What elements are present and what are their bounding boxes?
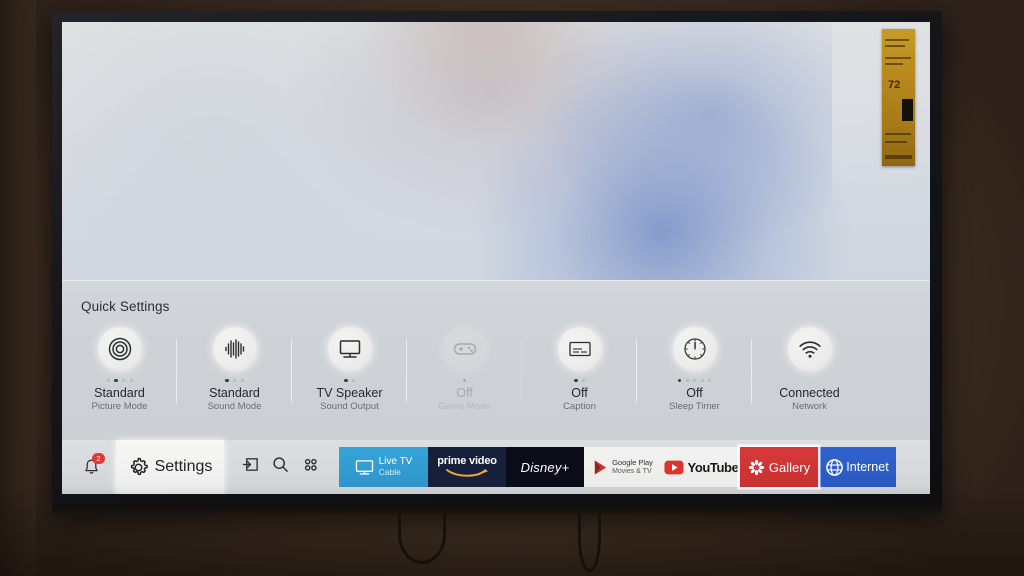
app-tile-youtube[interactable]: YouTube xyxy=(662,447,740,487)
globe-icon xyxy=(826,458,844,476)
sound-mode-value: Standard xyxy=(209,386,260,400)
youtube-play-icon xyxy=(664,460,684,474)
hanging-cable-right xyxy=(578,505,601,572)
home-launcher-bar: 2 Settings Live TV Cable prime video Dis… xyxy=(62,440,930,494)
sound-mode-label: Sound Mode xyxy=(207,401,262,412)
caption-label: Caption xyxy=(563,401,596,412)
search-icon xyxy=(273,457,288,473)
tv-screen: 72 Quick Settings Standard Picture Mode … xyxy=(62,22,930,494)
gallery-flower-icon xyxy=(748,459,765,475)
search-button[interactable] xyxy=(272,456,289,478)
caption-dots xyxy=(574,378,585,383)
caption-value: Off xyxy=(571,386,588,400)
network-value: Connected xyxy=(779,386,840,400)
picture-mode-dots xyxy=(106,378,133,383)
app-tile-google-play-movies[interactable]: Google Play Movies & TV xyxy=(584,447,662,487)
google-play-title: Google Play xyxy=(612,458,653,467)
app-tile-disney-plus[interactable]: Disney+ xyxy=(506,447,584,487)
live-tv-subtitle: Cable xyxy=(378,467,401,477)
tv-base-shadow xyxy=(52,505,942,514)
picture-mode-value: Standard xyxy=(94,386,145,400)
prime-smile-icon xyxy=(446,469,488,477)
energy-rating-sticker: 72 xyxy=(882,29,915,166)
gear-icon xyxy=(130,457,148,475)
gallery-title: Gallery xyxy=(768,459,811,475)
quick-setting-game-mode[interactable]: Off Game Mode xyxy=(407,327,522,435)
sleep-timer-dots xyxy=(677,378,712,383)
tv-icon xyxy=(355,459,373,475)
sound-mode-icon xyxy=(212,327,257,371)
live-tv-title: Live TV xyxy=(378,456,413,467)
wallpaper-glow-blue xyxy=(532,22,832,252)
hanging-cable-left xyxy=(398,505,446,564)
game-mode-label: Game Mode xyxy=(438,401,491,412)
source-input-button[interactable] xyxy=(242,456,259,478)
internet-title: Internet xyxy=(846,460,889,474)
sticker-value: 72 xyxy=(888,79,901,91)
sleep-timer-label: Sleep Timer xyxy=(669,401,720,412)
youtube-title: YouTube xyxy=(687,459,739,475)
app-shortcuts: Live TV Cable prime video Disney+ Google… xyxy=(339,447,896,487)
apps-grid-button[interactable] xyxy=(302,456,319,478)
game-mode-icon xyxy=(442,327,487,371)
game-mode-value: Off xyxy=(456,386,473,400)
quick-setting-sound-output[interactable]: TV Speaker Sound Output xyxy=(292,327,407,435)
sleep-timer-icon xyxy=(672,327,717,371)
quick-setting-sound-mode[interactable]: Standard Sound Mode xyxy=(177,327,292,435)
quick-setting-caption[interactable]: Off Caption xyxy=(522,327,637,435)
apps-grid-icon xyxy=(304,458,317,471)
play-triangle-icon xyxy=(594,459,607,475)
app-tile-gallery[interactable]: Gallery xyxy=(740,447,818,487)
disney-plus-title: Disney+ xyxy=(520,459,570,475)
quick-setting-network[interactable]: Connected Network xyxy=(752,327,867,435)
notification-badge: 2 xyxy=(92,453,105,464)
sound-output-dots xyxy=(344,378,355,383)
quick-icons-group xyxy=(242,456,319,478)
quick-setting-sleep-timer[interactable]: Off Sleep Timer xyxy=(637,327,752,435)
game-mode-dots xyxy=(462,378,467,383)
wallpaper-background: 72 xyxy=(62,22,930,280)
picture-mode-icon xyxy=(97,327,142,371)
app-tile-internet[interactable]: Internet xyxy=(818,447,896,487)
quick-settings-title: Quick Settings xyxy=(81,299,170,314)
google-play-subtitle: Movies & TV xyxy=(612,468,652,475)
settings-label: Settings xyxy=(154,458,213,475)
sound-output-label: Sound Output xyxy=(320,401,379,412)
sound-output-icon xyxy=(327,327,372,371)
quick-settings-panel: Quick Settings Standard Picture Mode Sta… xyxy=(62,280,930,441)
source-input-icon xyxy=(242,458,258,471)
network-wifi-icon xyxy=(787,327,832,371)
settings-button[interactable]: Settings xyxy=(116,440,224,494)
sleep-timer-value: Off xyxy=(686,386,703,400)
network-label: Network xyxy=(792,401,827,412)
prime-video-title: prime video xyxy=(437,455,497,467)
quick-settings-row: Standard Picture Mode Standard Sound Mod… xyxy=(62,327,930,435)
room-scene: 72 Quick Settings Standard Picture Mode … xyxy=(0,0,1024,576)
notifications-button[interactable]: 2 xyxy=(78,453,105,480)
sound-mode-dots xyxy=(225,378,244,383)
sound-output-value: TV Speaker xyxy=(316,386,383,400)
picture-mode-label: Picture Mode xyxy=(91,401,148,412)
app-tile-live-tv[interactable]: Live TV Cable xyxy=(339,447,428,487)
app-tile-prime-video[interactable]: prime video xyxy=(428,447,506,487)
caption-icon xyxy=(557,327,602,371)
television: 72 Quick Settings Standard Picture Mode … xyxy=(52,11,942,511)
quick-setting-picture-mode[interactable]: Standard Picture Mode xyxy=(62,327,177,435)
